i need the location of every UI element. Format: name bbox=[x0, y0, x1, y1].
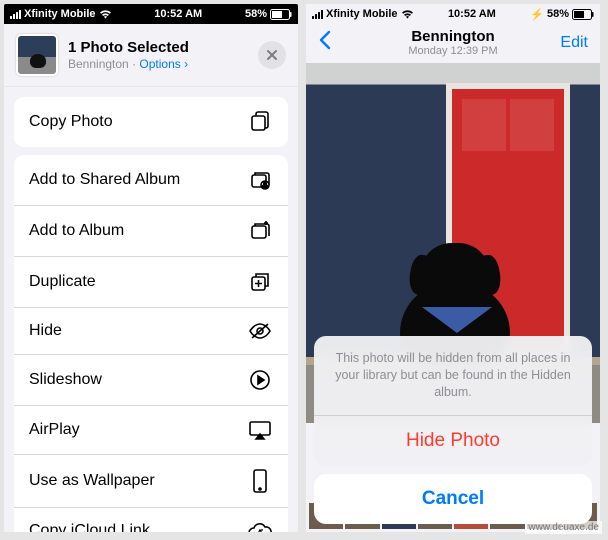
share-sheet-header: 1 Photo Selected Bennington · Options › bbox=[4, 24, 298, 87]
status-time: 10:52 AM bbox=[448, 8, 496, 20]
left-screenshot: Xfinity Mobile 10:52 AM 58% 1 Photo Sele… bbox=[4, 4, 298, 532]
hide-icon bbox=[247, 322, 273, 340]
add-album-icon bbox=[247, 220, 273, 242]
watermark: www.deuaxe.de bbox=[525, 521, 602, 534]
action-add-shared-album[interactable]: Add to Shared Album bbox=[14, 155, 288, 206]
share-subtitle: Bennington · Options › bbox=[68, 57, 258, 71]
wifi-icon bbox=[99, 9, 112, 19]
action-label: Copy Photo bbox=[29, 113, 113, 131]
carrier-label: Xfinity Mobile bbox=[326, 8, 398, 20]
signal-icon bbox=[312, 10, 323, 19]
cloud-link-icon bbox=[247, 522, 273, 532]
carrier-label: Xfinity Mobile bbox=[24, 8, 96, 20]
action-airplay[interactable]: AirPlay bbox=[14, 406, 288, 455]
battery-icon bbox=[270, 9, 292, 20]
action-icloud-link[interactable]: Copy iCloud Link bbox=[14, 508, 288, 532]
nav-title: Bennington bbox=[358, 28, 548, 45]
status-bar: Xfinity Mobile 10:52 AM ⚡ 58% bbox=[306, 4, 600, 24]
action-label: Duplicate bbox=[29, 273, 96, 291]
back-button[interactable] bbox=[318, 30, 358, 55]
hide-photo-alert: This photo will be hidden from all place… bbox=[314, 336, 592, 524]
action-hide[interactable]: Hide bbox=[14, 308, 288, 355]
action-label: Slideshow bbox=[29, 371, 102, 389]
right-screenshot: Xfinity Mobile 10:52 AM ⚡ 58% Bennington… bbox=[306, 4, 600, 532]
alert-message: This photo will be hidden from all place… bbox=[314, 336, 592, 415]
copy-photo-icon bbox=[247, 111, 273, 133]
play-circle-icon bbox=[247, 369, 273, 391]
action-wallpaper[interactable]: Use as Wallpaper bbox=[14, 455, 288, 508]
action-label: Hide bbox=[29, 322, 62, 340]
duplicate-icon bbox=[247, 271, 273, 293]
battery-percent: 58% bbox=[245, 8, 267, 20]
phone-icon bbox=[247, 469, 273, 493]
hide-photo-button[interactable]: Hide Photo bbox=[314, 415, 592, 466]
nav-subtitle: Monday 12:39 PM bbox=[358, 45, 548, 57]
airplay-icon bbox=[247, 420, 273, 440]
wifi-icon bbox=[401, 9, 414, 19]
options-link[interactable]: Options › bbox=[139, 57, 188, 71]
action-label: AirPlay bbox=[29, 421, 80, 439]
action-copy-photo[interactable]: Copy Photo bbox=[14, 97, 288, 147]
action-label: Use as Wallpaper bbox=[29, 472, 155, 490]
signal-icon bbox=[10, 10, 21, 19]
close-button[interactable] bbox=[258, 41, 286, 69]
action-label: Add to Album bbox=[29, 222, 124, 240]
share-title: 1 Photo Selected bbox=[68, 39, 258, 56]
action-label: Add to Shared Album bbox=[29, 171, 180, 189]
action-add-album[interactable]: Add to Album bbox=[14, 206, 288, 257]
navigation-bar: Bennington Monday 12:39 PM Edit bbox=[306, 24, 600, 63]
battery-icon bbox=[572, 9, 594, 20]
status-bar: Xfinity Mobile 10:52 AM 58% bbox=[4, 4, 298, 24]
edit-button[interactable]: Edit bbox=[548, 34, 588, 52]
action-label: Copy iCloud Link bbox=[29, 522, 150, 532]
status-time: 10:52 AM bbox=[154, 8, 202, 20]
battery-percent: 58% bbox=[547, 8, 569, 20]
cancel-button[interactable]: Cancel bbox=[314, 474, 592, 524]
shared-album-icon bbox=[247, 169, 273, 191]
photo-thumbnail[interactable] bbox=[16, 34, 58, 76]
action-duplicate[interactable]: Duplicate bbox=[14, 257, 288, 308]
action-slideshow[interactable]: Slideshow bbox=[14, 355, 288, 406]
